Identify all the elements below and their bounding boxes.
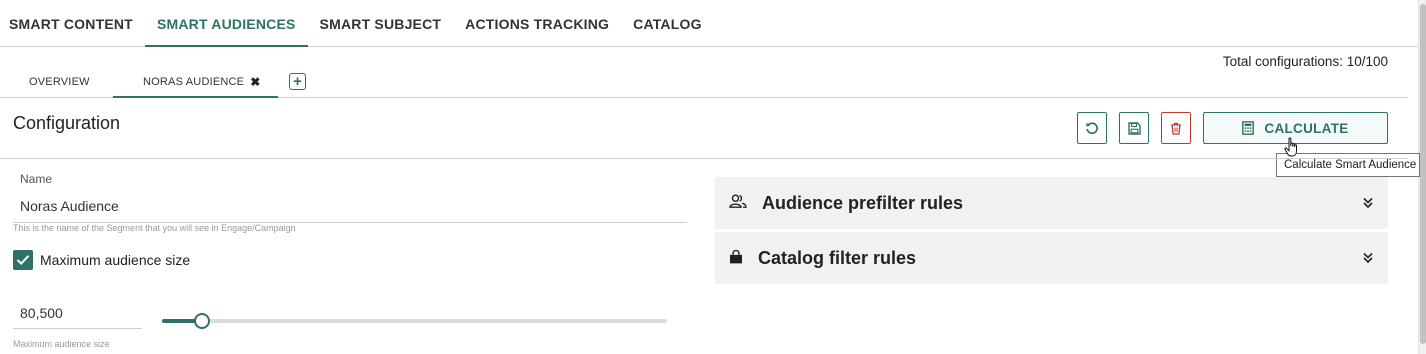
max-audience-size-checkbox[interactable] xyxy=(13,250,33,270)
nav-actions-tracking[interactable]: ACTIONS TRACKING xyxy=(453,0,621,46)
tab-noras-audience-label: NORAS AUDIENCE xyxy=(143,75,245,88)
name-input[interactable]: Noras Audience xyxy=(20,198,119,214)
chevron-double-down-icon[interactable] xyxy=(1362,252,1374,264)
tab-noras-audience[interactable]: NORAS AUDIENCE ✖ xyxy=(113,66,278,98)
calculator-icon xyxy=(1242,121,1255,135)
check-icon xyxy=(16,255,30,266)
save-icon xyxy=(1127,121,1141,135)
nav-catalog[interactable]: CATALOG xyxy=(621,0,714,46)
nav-smart-content[interactable]: SMART CONTENT xyxy=(0,0,145,46)
configuration-tabs: OVERVIEW NORAS AUDIENCE ✖ xyxy=(0,66,1408,98)
catalog-filter-panel[interactable]: Catalog filter rules xyxy=(715,232,1388,284)
trash-icon xyxy=(1171,122,1181,135)
calculate-label: CALCULATE xyxy=(1264,120,1349,136)
audience-prefilter-title: Audience prefilter rules xyxy=(762,192,964,213)
tab-overview[interactable]: OVERVIEW xyxy=(29,66,90,97)
configuration-title: Configuration xyxy=(13,113,121,133)
undo-icon xyxy=(1086,122,1098,135)
max-audience-size-label: Maximum audience size xyxy=(40,252,191,268)
audience-size-slider[interactable] xyxy=(162,313,667,329)
audience-size-hint: Maximum audience size xyxy=(13,339,110,349)
audience-size-input[interactable]: 80,500 xyxy=(20,305,63,321)
delete-button[interactable] xyxy=(1161,112,1191,144)
audience-prefilter-panel[interactable]: Audience prefilter rules xyxy=(715,177,1388,229)
close-icon[interactable]: ✖ xyxy=(250,75,260,89)
audience-size-underline xyxy=(13,328,142,329)
nav-smart-audiences[interactable]: SMART AUDIENCES xyxy=(144,0,308,47)
add-tab-icon[interactable]: + xyxy=(289,73,306,90)
name-field-hint: This is the name of the Segment that you… xyxy=(13,223,296,233)
hand-cursor-icon xyxy=(1284,137,1297,157)
chevron-double-down-icon[interactable] xyxy=(1362,197,1374,209)
shopping-bag-icon xyxy=(729,249,743,264)
vertical-scrollbar[interactable] xyxy=(1418,0,1426,354)
divider xyxy=(0,158,1408,159)
reset-button[interactable] xyxy=(1077,112,1107,144)
save-button[interactable] xyxy=(1119,112,1149,144)
nav-smart-subject[interactable]: SMART SUBJECT xyxy=(308,0,454,46)
scrollbar-thumb[interactable] xyxy=(1420,4,1426,344)
users-icon xyxy=(729,194,747,210)
top-navigation: SMART CONTENT SMART AUDIENCES SMART SUBJ… xyxy=(0,0,1418,47)
name-field-label: Name xyxy=(20,172,53,186)
catalog-filter-title: Catalog filter rules xyxy=(758,247,917,268)
slider-thumb[interactable] xyxy=(194,313,211,329)
